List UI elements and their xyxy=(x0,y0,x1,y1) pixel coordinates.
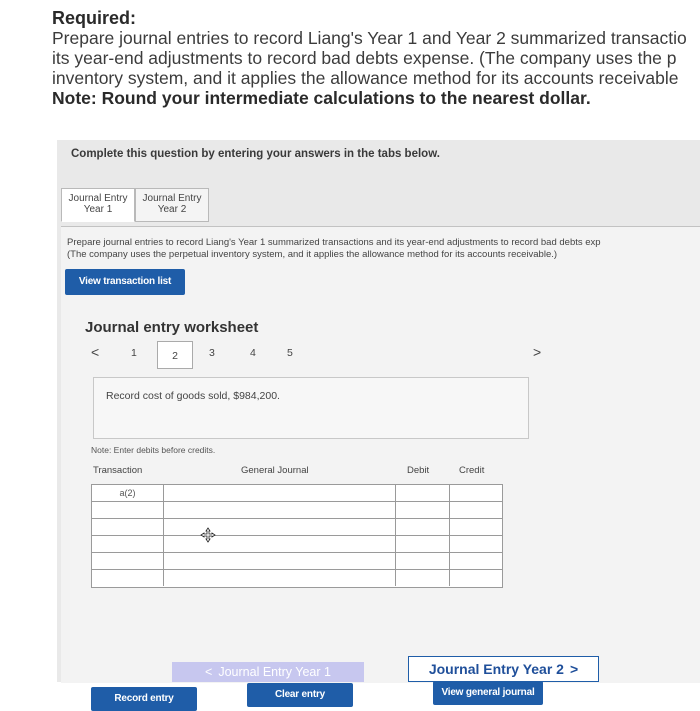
account-input[interactable] xyxy=(164,536,396,552)
required-line-1: Prepare journal entries to record Liang'… xyxy=(52,28,687,48)
col-header-transaction: Transaction xyxy=(93,465,143,476)
table-row xyxy=(92,553,502,570)
tab-content: Prepare journal entries to record Liang'… xyxy=(61,226,700,711)
required-instructions: Required: Prepare journal entries to rec… xyxy=(52,8,700,108)
rounding-note: Note: Round your intermediate calculatio… xyxy=(52,88,591,108)
transaction-cell xyxy=(92,519,164,535)
prev-tab-button[interactable]: < Journal Entry Year 1 xyxy=(172,662,364,682)
next-page-arrow[interactable]: > xyxy=(533,344,541,360)
credit-input[interactable] xyxy=(450,570,502,586)
view-general-journal-button[interactable]: View general journal xyxy=(433,681,543,705)
tab-1-line-1: Journal Entry xyxy=(68,193,128,204)
account-input[interactable] xyxy=(164,553,396,569)
instructions-line-2: (The company uses the perpetual inventor… xyxy=(67,248,558,260)
clear-entry-button[interactable]: Clear entry xyxy=(247,683,353,707)
transaction-cell xyxy=(92,536,164,552)
account-input[interactable] xyxy=(164,485,396,501)
tab-journal-entry-year-2[interactable]: Journal Entry Year 2 xyxy=(135,188,209,222)
transaction-cell: a(2) xyxy=(92,485,164,501)
col-header-credit: Credit xyxy=(459,465,485,476)
debit-input[interactable] xyxy=(396,502,450,518)
required-heading: Required: xyxy=(52,8,137,28)
journal-entry-worksheet: Journal entry worksheet < 1 2 3 4 5 > Re… xyxy=(85,319,541,643)
tab-journal-entry-year-1[interactable]: Journal Entry Year 1 xyxy=(61,188,135,222)
page-1[interactable]: 1 xyxy=(131,347,137,359)
required-line-2: its year-end adjustments to record bad d… xyxy=(52,48,677,68)
debit-input[interactable] xyxy=(396,553,450,569)
col-header-debit: Debit xyxy=(407,465,430,476)
debit-input[interactable] xyxy=(396,485,450,501)
account-input[interactable] xyxy=(164,519,396,535)
transaction-cell xyxy=(92,502,164,518)
worksheet-title: Journal entry worksheet xyxy=(85,319,259,336)
view-transaction-list-button[interactable]: View transaction list xyxy=(65,269,185,295)
chevron-left-icon: < xyxy=(205,665,213,679)
record-description: Record cost of goods sold, $984,200. xyxy=(106,390,280,402)
transaction-cell xyxy=(92,553,164,569)
tab-2-line-1: Journal Entry xyxy=(142,193,202,204)
page-4[interactable]: 4 xyxy=(250,347,256,359)
required-line-3: inventory system, and it applies the all… xyxy=(52,68,679,88)
debit-input[interactable] xyxy=(396,570,450,586)
table-row xyxy=(92,519,502,536)
panel-heading: Complete this question by entering your … xyxy=(71,148,440,160)
debits-note: Note: Enter debits before credits. xyxy=(91,445,216,455)
prev-page-arrow[interactable]: < xyxy=(91,344,99,360)
table-row xyxy=(92,502,502,519)
credit-input[interactable] xyxy=(450,519,502,535)
col-header-general-journal: General Journal xyxy=(241,465,309,476)
next-tab-button[interactable]: Journal Entry Year 2 > xyxy=(408,656,599,682)
next-tab-label: Journal Entry Year 2 xyxy=(428,661,564,677)
credit-input[interactable] xyxy=(450,485,502,501)
transaction-cell xyxy=(92,570,164,586)
debit-input[interactable] xyxy=(396,519,450,535)
record-entry-button[interactable]: Record entry xyxy=(91,687,197,711)
tab-1-line-2: Year 1 xyxy=(83,204,113,215)
table-row xyxy=(92,570,502,587)
page-3[interactable]: 3 xyxy=(209,347,215,359)
debit-input[interactable] xyxy=(396,536,450,552)
prev-tab-label: Journal Entry Year 1 xyxy=(218,665,331,679)
table-row: a(2) xyxy=(92,485,502,502)
credit-input[interactable] xyxy=(450,553,502,569)
page-5[interactable]: 5 xyxy=(287,347,293,359)
journal-grid: a(2) xyxy=(91,484,503,588)
chevron-right-icon: > xyxy=(569,661,579,677)
move-cursor-icon xyxy=(200,527,216,543)
account-input[interactable] xyxy=(164,570,396,586)
tab-2-line-2: Year 2 xyxy=(157,204,187,215)
table-row xyxy=(92,536,502,553)
tab-instructions: Prepare journal entries to record Liang'… xyxy=(67,237,700,260)
credit-input[interactable] xyxy=(450,536,502,552)
page-2-current[interactable]: 2 xyxy=(157,341,193,369)
worksheet-pager: < 1 2 3 4 5 > xyxy=(85,341,541,373)
account-input[interactable] xyxy=(164,502,396,518)
credit-input[interactable] xyxy=(450,502,502,518)
instructions-line-1: Prepare journal entries to record Liang'… xyxy=(67,237,601,248)
record-description-box: Record cost of goods sold, $984,200. xyxy=(93,377,529,439)
question-panel: Complete this question by entering your … xyxy=(57,140,700,711)
